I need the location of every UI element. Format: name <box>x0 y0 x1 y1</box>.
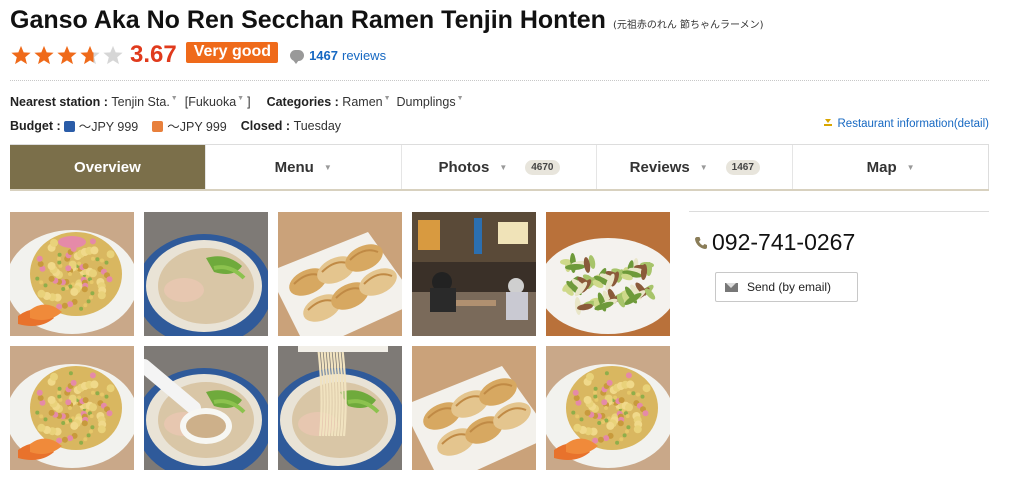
star-icon <box>103 45 123 65</box>
area-bracket: ] <box>247 95 251 109</box>
title-row: Ganso Aka No Ren Secchan Ramen Tenjin Ho… <box>10 6 764 38</box>
dropdown-icon: ▼ <box>383 94 391 102</box>
dropdown-icon: ▼ <box>237 94 245 102</box>
send-by-email-label: Send (by email) <box>747 280 832 294</box>
restaurant-info-detail-label: Restaurant information(detail) <box>837 118 990 130</box>
closed-label: Closed <box>240 118 283 133</box>
star-icon <box>80 45 100 65</box>
fried-rice-photo[interactable] <box>10 212 134 336</box>
rating-score: 3.67 <box>130 41 177 68</box>
area-link[interactable]: [Fukuoka <box>185 95 236 109</box>
budget-lunch: ～JPY 999 <box>167 120 227 134</box>
ramen-bowl-photo[interactable] <box>144 212 268 336</box>
station-label: Nearest station <box>10 95 101 109</box>
tab-reviews-label: Reviews <box>629 158 690 176</box>
ramen-spoon-photo[interactable] <box>144 346 268 470</box>
restaurant-interior-photo[interactable] <box>412 212 536 336</box>
ramen-noodles-lift-photo[interactable] <box>278 346 402 470</box>
dinner-icon <box>63 121 75 132</box>
chevron-down-icon: ▼ <box>699 162 708 172</box>
star-rating <box>10 44 125 66</box>
phone-icon <box>695 236 707 249</box>
closed-days: Tuesday <box>293 118 342 133</box>
divider <box>10 80 989 81</box>
tab-bar: Overview Menu ▼ Photos ▼ 4670 Reviews ▼ … <box>10 144 989 191</box>
dropdown-icon: ▼ <box>170 94 178 102</box>
category-link-ramen[interactable]: Ramen <box>342 95 382 109</box>
star-icon <box>57 45 77 65</box>
tab-photos[interactable]: Photos ▼ 4670 <box>401 145 598 189</box>
categories-label: Categories <box>266 95 332 109</box>
tab-reviews[interactable]: Reviews ▼ 1467 <box>597 145 794 189</box>
tab-map[interactable]: Map ▼ <box>793 145 989 189</box>
budget-dinner: ～JPY 999 <box>78 120 139 134</box>
restaurant-info-detail-link[interactable]: Restaurant information(detail) <box>823 118 990 130</box>
rating-badge: Very good <box>185 41 279 63</box>
station-link[interactable]: Tenjin Sta. <box>111 95 169 109</box>
chevron-down-icon: ▼ <box>499 162 508 172</box>
rating-row: 3.67 Very good 1467 reviews <box>10 40 386 70</box>
fried-rice-photo[interactable] <box>546 346 670 470</box>
contact-panel: 092-741-0267 Send (by email) <box>689 211 989 302</box>
budget-label: Budget <box>10 118 54 133</box>
gyoza-plate-photo[interactable] <box>278 212 402 336</box>
star-icon <box>34 45 54 65</box>
photos-count-badge: 4670 <box>525 159 560 175</box>
tab-overview[interactable]: Overview <box>10 145 206 189</box>
send-by-email-button[interactable]: Send (by email) <box>715 272 858 302</box>
tab-overview-label: Overview <box>74 158 141 176</box>
category-link-dumplings[interactable]: Dumplings <box>397 95 456 109</box>
chevron-down-icon: ▼ <box>906 162 915 172</box>
reviews-link[interactable]: 1467 reviews <box>290 47 387 64</box>
tab-photos-label: Photos <box>438 158 490 176</box>
restaurant-name: Ganso Aka No Ren Secchan Ramen Tenjin Ho… <box>10 6 606 34</box>
phone-number: 092-741-0267 <box>712 229 856 255</box>
info-line-budget: Budget : ～JPY 999 ～JPY 999 Closed : Tues… <box>10 116 341 135</box>
dropdown-icon: ▼ <box>456 94 464 102</box>
tab-menu-label: Menu <box>274 158 314 176</box>
comment-icon <box>290 49 305 64</box>
review-word: reviews <box>342 47 387 63</box>
tab-menu[interactable]: Menu ▼ <box>205 145 402 189</box>
expand-arrow-icon <box>823 118 832 126</box>
stir-fry-plate-photo[interactable] <box>546 212 670 336</box>
phone-number-row: 092-741-0267 <box>694 229 855 256</box>
envelope-icon <box>725 282 738 292</box>
reviews-count-badge: 1467 <box>725 159 760 175</box>
chevron-down-icon: ▼ <box>323 162 332 172</box>
star-icon <box>11 45 31 65</box>
info-line-station: Nearest station : Tenjin Sta. ▼ [Fukuoka ▼… <box>10 94 464 110</box>
gyoza-plate-photo[interactable] <box>412 346 536 470</box>
fried-rice-photo[interactable] <box>10 346 134 470</box>
review-count: 1467 <box>309 47 338 63</box>
lunch-icon <box>152 121 164 132</box>
tab-map-label: Map <box>866 158 897 176</box>
restaurant-name-japanese: (元祖赤のれん 節ちゃんラーメン) <box>612 20 764 31</box>
